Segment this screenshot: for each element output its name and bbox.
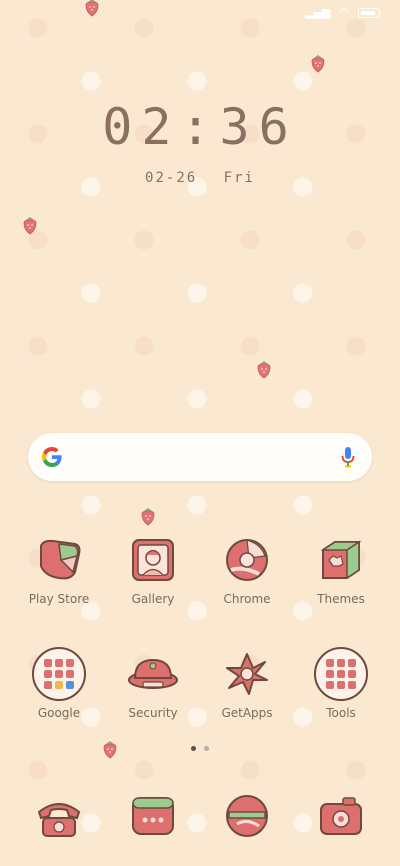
play-store-icon xyxy=(40,539,81,580)
date-label: 02-26 xyxy=(145,170,198,186)
page-dot xyxy=(204,746,209,751)
mic-icon[interactable] xyxy=(340,445,356,469)
app-label: Google xyxy=(37,706,81,720)
app-getapps[interactable]: GetApps xyxy=(202,646,292,720)
security-icon xyxy=(128,658,178,689)
app-chrome[interactable]: Chrome xyxy=(202,532,292,606)
signal-icon: ▂▄▆ xyxy=(305,6,331,19)
app-themes[interactable]: Themes xyxy=(296,532,386,606)
google-search-bar[interactable] xyxy=(28,433,372,481)
app-security[interactable]: Security xyxy=(108,646,198,720)
google-folder-icon xyxy=(32,647,86,701)
app-google-folder[interactable]: Google xyxy=(14,646,104,720)
gallery-icon xyxy=(132,539,174,581)
app-label: Play Store xyxy=(28,592,90,606)
messages-icon[interactable] xyxy=(125,788,181,844)
app-label: Tools xyxy=(326,706,356,720)
camera-icon[interactable] xyxy=(313,788,369,844)
strawberry-decoration xyxy=(140,507,156,526)
clock-date[interactable]: 02-26 Fri xyxy=(0,170,400,186)
status-bar: ▂▄▆ ◠ xyxy=(305,6,380,20)
page-dot-active xyxy=(191,746,196,751)
app-play-store[interactable]: Play Store xyxy=(14,532,104,606)
tools-folder-icon xyxy=(314,647,368,701)
getapps-icon xyxy=(226,653,268,695)
themes-icon xyxy=(320,540,362,580)
app-tools-folder[interactable]: Tools xyxy=(296,646,386,720)
app-label: Gallery xyxy=(131,592,175,606)
wifi-icon: ◠ xyxy=(339,6,349,19)
app-gallery[interactable]: Gallery xyxy=(108,532,198,606)
strawberry-decoration xyxy=(84,0,100,17)
app-label: Themes xyxy=(317,592,365,606)
battery-icon xyxy=(358,8,380,18)
strawberry-decoration xyxy=(310,54,326,73)
phone-icon[interactable] xyxy=(31,788,87,844)
browser-icon[interactable] xyxy=(219,788,275,844)
app-label: GetApps xyxy=(221,706,273,720)
page-indicator xyxy=(0,746,400,751)
clock-time[interactable]: 02:36 xyxy=(0,98,400,156)
strawberry-decoration xyxy=(256,360,272,379)
chrome-icon xyxy=(226,539,268,581)
weekday-label: Fri xyxy=(223,170,255,186)
google-g-icon xyxy=(42,447,62,467)
strawberry-decoration xyxy=(22,216,38,235)
app-label: Chrome xyxy=(223,592,271,606)
app-label: Security xyxy=(128,706,178,720)
